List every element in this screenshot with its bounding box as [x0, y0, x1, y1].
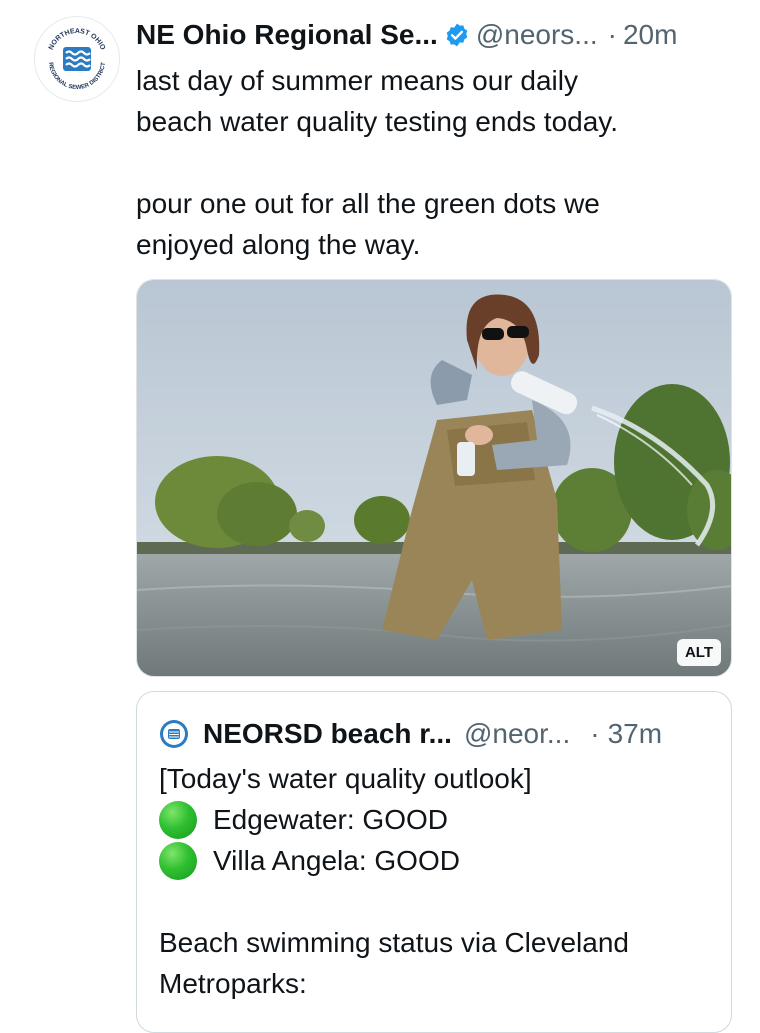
quoted-avatar-icon[interactable]: [159, 719, 189, 749]
green-circle-icon: [159, 841, 197, 880]
beach-status-item: Villa Angela: GOOD: [159, 840, 719, 881]
quoted-author-handle[interactable]: @neor...: [464, 718, 570, 750]
beach-status-item: Edgewater: GOOD: [159, 799, 719, 840]
quoted-timestamp[interactable]: 37m: [608, 718, 662, 750]
quoted-author-name[interactable]: NEORSD beach r...: [203, 718, 452, 750]
quoted-header-separator: ·: [590, 718, 600, 749]
tweet-text-line: pour one out for all the green dots we: [136, 188, 600, 219]
quoted-tweet-text: [Today's water quality outlook] Edgewate…: [159, 758, 719, 1004]
quoted-text-line: Beach swimming status via Cleveland: [159, 927, 629, 958]
beach-status-label: Villa Angela: GOOD: [213, 845, 460, 876]
tweet-header: NE Ohio Regional Se... @neors... · 20m: [136, 14, 736, 56]
header-separator: ·: [607, 19, 617, 50]
neorsd-logo-icon: NORTHEAST OHIO REGIONAL SEWER DISTRICT: [37, 19, 117, 99]
author-handle[interactable]: @neors...: [476, 19, 598, 51]
author-name[interactable]: NE Ohio Regional Se...: [136, 19, 438, 51]
quoted-tweet[interactable]: NEORSD beach r... @neor... · 37m [Today'…: [136, 691, 732, 1033]
verified-badge-icon: [444, 22, 470, 48]
quoted-tweet-header: NEORSD beach r... @neor... · 37m: [159, 714, 719, 754]
tweet-text-line: beach water quality testing ends today.: [136, 106, 619, 137]
author-avatar[interactable]: NORTHEAST OHIO REGIONAL SEWER DISTRICT: [34, 16, 120, 102]
tweet-text-line: last day of summer means our daily: [136, 65, 578, 96]
tweet-text-line: enjoyed along the way.: [136, 229, 421, 260]
tweet-text: last day of summer means our daily beach…: [136, 60, 726, 265]
quoted-text-line: Metroparks:: [159, 968, 307, 999]
quoted-text-line: [Today's water quality outlook]: [159, 763, 532, 794]
green-circle-icon: [159, 800, 197, 839]
beach-status-label: Edgewater: GOOD: [213, 804, 448, 835]
alt-text-button[interactable]: ALT: [676, 639, 721, 666]
tweet-photo[interactable]: ALT: [136, 279, 732, 677]
tweet-timestamp[interactable]: 20m: [623, 19, 677, 51]
photo-woman-sampling-water: [137, 280, 731, 676]
